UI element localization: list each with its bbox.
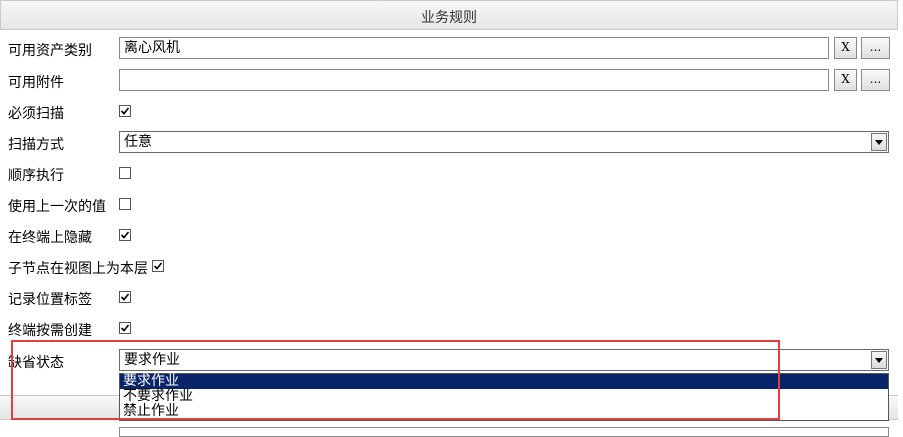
record-location-tag-checkbox[interactable] <box>119 291 131 303</box>
row-must-scan: 必须扫描 <box>0 97 898 127</box>
row-child-as-layer: 子节点在视图上为本层 <box>0 252 898 282</box>
hide-on-terminal-checkbox[interactable] <box>119 229 131 241</box>
attachment-field[interactable] <box>119 69 829 91</box>
checkmark-icon <box>153 262 163 270</box>
attachment-clear-button[interactable]: X <box>834 69 857 91</box>
sequential-checkbox[interactable] <box>119 167 131 179</box>
scan-mode-label: 扫描方式 <box>8 137 64 153</box>
scan-mode-select[interactable]: 任意 <box>119 131 889 153</box>
default-state-select[interactable]: 要求作业 <box>119 349 889 371</box>
row-terminal-create-on-demand: 终端按需创建 <box>0 314 898 344</box>
checkmark-icon <box>120 293 130 301</box>
dropdown-option[interactable]: 不要求作业 <box>120 389 888 404</box>
terminal-create-on-demand-checkbox[interactable] <box>119 322 131 334</box>
chevron-down-icon[interactable] <box>871 133 887 151</box>
row-default-state: 缺省状态 要求作业 <box>0 346 898 376</box>
asset-category-clear-button[interactable]: X <box>834 37 857 59</box>
use-last-value-label: 使用上一次的值 <box>8 199 106 215</box>
row-record-location-tag: 记录位置标签 <box>0 283 898 313</box>
asset-category-field[interactable]: 离心风机 <box>119 37 829 59</box>
must-scan-checkbox[interactable] <box>119 105 131 117</box>
row-asset-category: 可用资产类别 离心风机 X ... <box>0 34 898 64</box>
sequential-label: 顺序执行 <box>8 168 64 184</box>
must-scan-label: 必须扫描 <box>8 106 64 122</box>
record-location-tag-label: 记录位置标签 <box>8 292 92 308</box>
asset-category-browse-button[interactable]: ... <box>861 37 890 59</box>
child-as-layer-checkbox[interactable] <box>152 260 164 272</box>
row-attachment: 可用附件 X ... <box>0 66 898 96</box>
row-hide-on-terminal: 在终端上隐藏 <box>0 221 898 251</box>
row-use-last-value: 使用上一次的值 <box>0 190 898 220</box>
use-last-value-checkbox[interactable] <box>119 198 131 210</box>
attachment-browse-button[interactable]: ... <box>861 69 890 91</box>
attachment-label: 可用附件 <box>8 75 64 91</box>
section-header: 业务规则 <box>0 0 898 30</box>
dropdown-option[interactable]: 禁止作业 <box>120 404 888 419</box>
chevron-down-icon[interactable] <box>871 351 887 369</box>
child-as-layer-label: 子节点在视图上为本层 <box>8 261 148 277</box>
row-scan-mode: 扫描方式 任意 <box>0 128 898 158</box>
default-state-value: 要求作业 <box>124 352 180 368</box>
lower-field[interactable] <box>119 427 889 437</box>
row-sequential: 顺序执行 <box>0 159 898 189</box>
dropdown-option[interactable]: 要求作业 <box>120 374 888 389</box>
checkmark-icon <box>120 231 130 239</box>
default-state-dropdown-list: 要求作业 不要求作业 禁止作业 <box>119 373 889 421</box>
checkmark-icon <box>120 324 130 332</box>
scan-mode-value: 任意 <box>124 134 152 150</box>
checkmark-icon <box>120 107 130 115</box>
section-title: 业务规则 <box>421 10 477 26</box>
terminal-create-on-demand-label: 终端按需创建 <box>8 323 92 339</box>
default-state-label: 缺省状态 <box>8 355 64 371</box>
asset-category-label: 可用资产类别 <box>8 43 92 59</box>
hide-on-terminal-label: 在终端上隐藏 <box>8 230 92 246</box>
